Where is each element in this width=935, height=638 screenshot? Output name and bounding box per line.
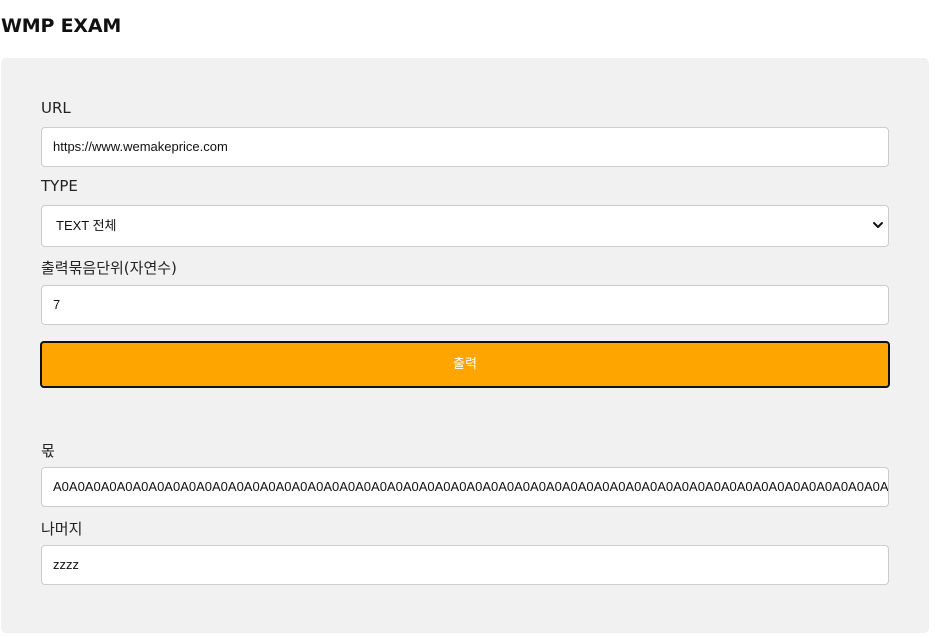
unit-input[interactable]: 7: [41, 285, 889, 325]
type-select[interactable]: TEXT 전체: [41, 205, 889, 247]
chevron-down-icon: [873, 222, 883, 228]
page-title: WMP EXAM: [1, 15, 122, 37]
type-selected-value: TEXT 전체: [56, 218, 117, 233]
unit-label: 출력묶음단위(자연수): [41, 259, 177, 277]
url-input[interactable]: https://www.wemakeprice.com: [41, 127, 889, 167]
url-label: URL: [41, 99, 71, 117]
form-panel: URL https://www.wemakeprice.com TYPE TEX…: [1, 58, 929, 633]
quotient-label: 몫: [41, 442, 55, 460]
type-label: TYPE: [41, 177, 78, 195]
remainder-label: 나머지: [41, 520, 83, 538]
quotient-output[interactable]: A0A0A0A0A0A0A0A0A0A0A0A0A0A0A0A0A0A0A0A0…: [41, 467, 889, 507]
remainder-output[interactable]: zzzz: [41, 545, 889, 585]
submit-button[interactable]: 출력: [40, 341, 890, 388]
